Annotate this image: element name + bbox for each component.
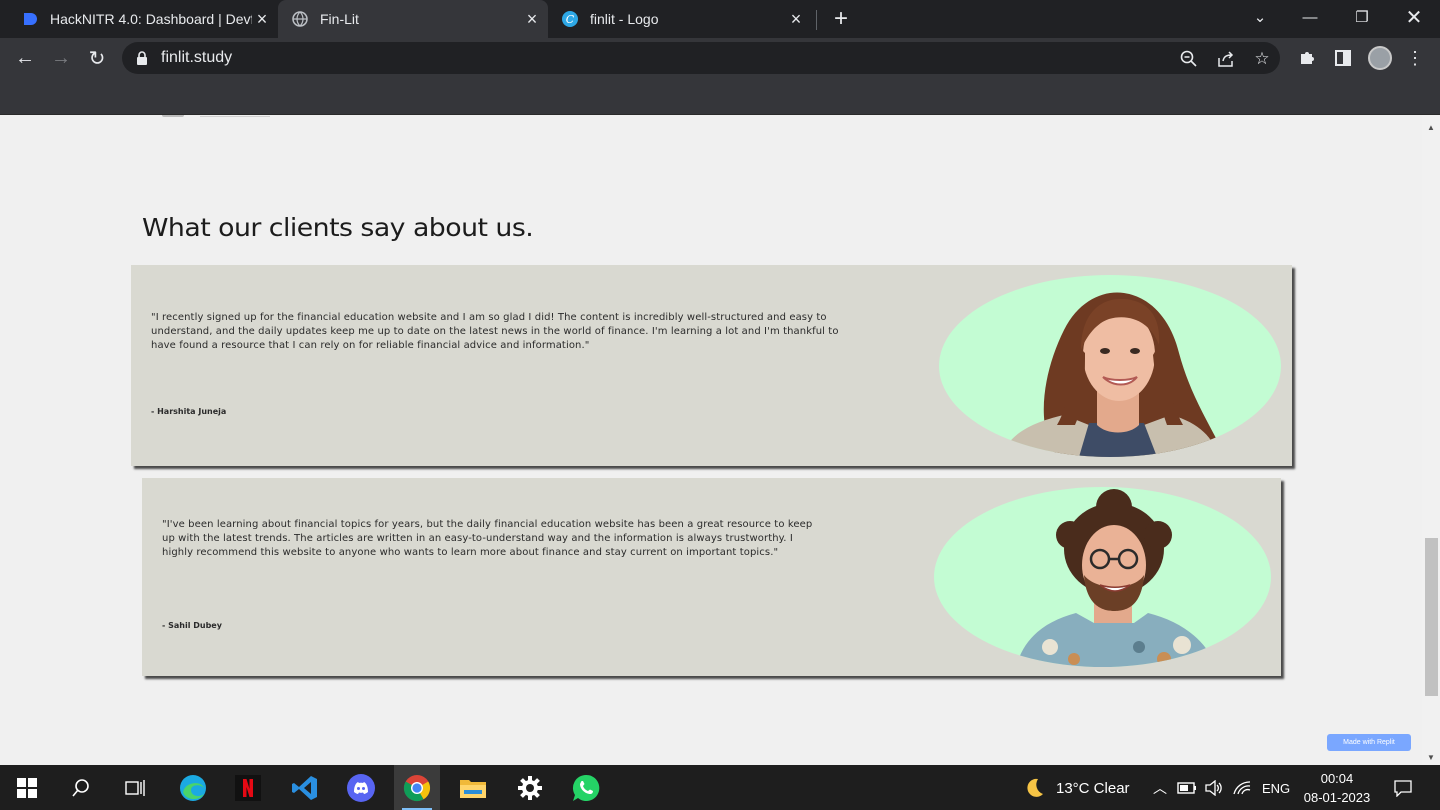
- man-portrait: [1016, 489, 1216, 667]
- battery-icon[interactable]: [1176, 765, 1198, 810]
- task-view-icon[interactable]: [112, 765, 158, 810]
- woman-portrait: [1001, 292, 1219, 457]
- made-with-replit-badge[interactable]: Made with Replit: [1327, 734, 1411, 751]
- canva-icon: C: [562, 11, 578, 27]
- testimonial-author: - Sahil Dubey: [162, 621, 222, 630]
- wifi-icon[interactable]: [1231, 765, 1253, 810]
- tab-fin-lit[interactable]: Fin-Lit ×: [278, 0, 548, 38]
- windows-start-icon[interactable]: [4, 765, 50, 810]
- testimonials-heading: What our clients say about us.: [142, 213, 534, 242]
- devfolio-icon: [22, 11, 38, 27]
- back-button[interactable]: ←: [13, 46, 37, 70]
- browser-tab-strip: HackNITR 4.0: Dashboard | Devfo × Fin-Li…: [0, 0, 1440, 38]
- edge-icon[interactable]: [170, 765, 216, 810]
- netflix-icon[interactable]: [225, 765, 271, 810]
- menu-kebab-icon[interactable]: ⋮: [1403, 46, 1427, 70]
- new-tab-button[interactable]: +: [829, 5, 853, 32]
- close-tab-icon[interactable]: ×: [522, 9, 542, 29]
- tab-search-icon[interactable]: ⌄: [1236, 0, 1284, 34]
- notification-icon[interactable]: [1390, 765, 1416, 810]
- tab-title: finlit - Logo: [590, 11, 659, 27]
- testimonial-card: "I recently signed up for the financial …: [131, 265, 1292, 466]
- search-icon[interactable]: [58, 765, 104, 810]
- url-text: finlit.study: [161, 49, 233, 66]
- share-icon[interactable]: [1216, 49, 1236, 69]
- file-explorer-icon[interactable]: [450, 765, 496, 810]
- close-window-button[interactable]: ✕: [1390, 0, 1438, 34]
- vscode-icon[interactable]: [282, 765, 328, 810]
- scroll-thumb[interactable]: [1425, 538, 1438, 696]
- close-tab-icon[interactable]: ×: [786, 9, 806, 29]
- testimonial-author: - Harshita Juneja: [151, 407, 227, 416]
- moon-weather-icon[interactable]: [1018, 765, 1050, 810]
- address-bar[interactable]: finlit.study ☆: [122, 42, 1280, 74]
- chrome-taskbar-icon[interactable]: [394, 765, 440, 810]
- testimonial-card: "I've been learning about financial topi…: [142, 478, 1281, 676]
- lock-icon: [136, 51, 148, 65]
- tab-title: HackNITR 4.0: Dashboard | Devfo: [50, 11, 252, 27]
- weather-text[interactable]: 13°C Clear: [1056, 780, 1130, 797]
- zoom-icon[interactable]: [1179, 49, 1199, 69]
- globe-icon: [292, 11, 308, 27]
- language-indicator[interactable]: ENG: [1262, 781, 1290, 796]
- clock-date: 08-01-2023: [1303, 790, 1371, 805]
- minimize-button[interactable]: —: [1286, 0, 1334, 34]
- reload-button[interactable]: ↻: [85, 46, 109, 70]
- discord-icon[interactable]: [338, 765, 384, 810]
- side-panel-icon[interactable]: [1331, 46, 1355, 70]
- testimonial-quote: "I recently signed up for the financial …: [151, 312, 839, 351]
- badge-label: Made with Replit: [1343, 739, 1395, 746]
- whatsapp-icon[interactable]: [563, 765, 609, 810]
- volume-icon[interactable]: [1203, 765, 1225, 810]
- clock[interactable]: 00:04 08-01-2023: [1292, 769, 1382, 807]
- scroll-up-icon[interactable]: ▲: [1422, 119, 1440, 135]
- svg-text:C: C: [566, 13, 575, 26]
- browser-toolbar: ← → ↻ finlit.study ☆ ⋮: [0, 38, 1440, 78]
- close-tab-icon[interactable]: ×: [252, 9, 272, 29]
- tab-divider: [816, 10, 817, 30]
- restore-button[interactable]: ❐: [1338, 0, 1386, 34]
- clock-time: 00:04: [1320, 771, 1354, 786]
- tray-chevron-up-icon[interactable]: ︿: [1150, 765, 1170, 810]
- page-viewport: What our clients say about us. "I recent…: [0, 115, 1422, 765]
- profile-avatar[interactable]: [1368, 46, 1392, 70]
- logo-remnant: [162, 115, 184, 117]
- tab-title: Fin-Lit: [320, 11, 359, 27]
- settings-gear-icon[interactable]: [507, 765, 553, 810]
- scroll-down-icon[interactable]: ▼: [1422, 749, 1440, 765]
- page-scrollbar[interactable]: ▲ ▼: [1422, 115, 1440, 765]
- browser-bar-extension: [0, 78, 1440, 115]
- tab-hacknitr[interactable]: HackNITR 4.0: Dashboard | Devfo ×: [8, 0, 278, 38]
- testimonial-quote: "I've been learning about financial topi…: [162, 519, 813, 558]
- tab-finlit-logo[interactable]: C finlit - Logo ×: [548, 0, 810, 38]
- bookmark-star-icon[interactable]: ☆: [1252, 49, 1272, 69]
- windows-taskbar: 13°C Clear ︿ ENG 00:04 08-01-2023: [0, 765, 1440, 810]
- extensions-icon[interactable]: [1295, 46, 1319, 70]
- logo-text-remnant: [200, 116, 270, 117]
- photo-ellipse: [939, 275, 1281, 457]
- photo-ellipse: [934, 487, 1271, 667]
- forward-button[interactable]: →: [49, 46, 73, 70]
